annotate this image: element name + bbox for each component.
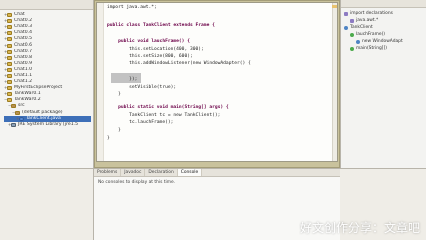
- method-icon: [350, 46, 354, 51]
- class-icon: [344, 25, 348, 30]
- project-icon: [7, 55, 12, 60]
- console-message: No consoles to display at this time.: [98, 180, 176, 185]
- tree-item-jre-library[interactable]: + JRE System Library [jre1.5: [4, 122, 91, 128]
- library-icon: [11, 122, 16, 127]
- code-line-11: });: [107, 77, 138, 82]
- code-line-6: this.setLocation(400, 300);: [107, 47, 204, 52]
- project-icon: [7, 43, 12, 48]
- code-line-7: this.setSize(800, 600);: [107, 54, 193, 59]
- code-line-17: tc.lauchFrame();: [107, 120, 174, 125]
- tab-declaration[interactable]: Declaration: [145, 169, 178, 176]
- import-icon: [344, 11, 348, 16]
- outline-item-java-awt[interactable]: java.awt.*: [344, 17, 424, 24]
- project-icon: [7, 73, 12, 78]
- code-line-15: public static void main(String[] args) {: [107, 105, 229, 110]
- project-icon: [7, 19, 12, 24]
- outline-item-main[interactable]: main(String[]): [344, 45, 424, 52]
- left-bottom-panel: [0, 168, 94, 240]
- project-icon: [7, 86, 12, 91]
- project-icon: [7, 31, 12, 36]
- package-icon: [15, 110, 20, 115]
- code-line-5: public void lauchFrame() {: [107, 39, 190, 44]
- package-tree: + Chat + Chat0.2 + Chat0.3 + Chat0.4 + Chat0.…: [0, 10, 93, 128]
- project-icon: [7, 67, 12, 72]
- code-line-19: }: [107, 136, 110, 141]
- outline-tree: import declarations java.awt.* TankClien…: [341, 8, 426, 52]
- project-icon: [7, 80, 12, 85]
- outline-item-windowadapter[interactable]: new WindowAdapt: [344, 38, 424, 45]
- java-file-icon: [19, 116, 24, 121]
- editor-gutter: [97, 3, 104, 161]
- code-editor[interactable]: import java.awt.*; public class TankClie…: [96, 2, 338, 162]
- package-explorer-header: [0, 0, 93, 10]
- outline-header: [341, 0, 426, 8]
- code-line-12: setVisible(true);: [107, 85, 177, 90]
- source-folder-icon: [11, 104, 16, 109]
- method-icon: [350, 32, 354, 37]
- tab-javadoc[interactable]: Javadoc: [121, 169, 146, 176]
- outline-item-tankclient[interactable]: TankClient: [344, 24, 424, 31]
- outline-item-lauchframe[interactable]: lauchFrame(): [344, 31, 424, 38]
- code-line-1: import java.awt.*;: [107, 5, 157, 10]
- package-explorer: + Chat + Chat0.2 + Chat0.3 + Chat0.4 + Chat0.…: [0, 0, 94, 168]
- project-icon: [7, 13, 12, 18]
- code-line-18: }: [107, 128, 121, 133]
- project-icon: [7, 37, 12, 42]
- outline-view: import declarations java.awt.* TankClien…: [340, 0, 426, 168]
- project-icon: [7, 98, 12, 103]
- project-icon: [7, 92, 12, 97]
- tab-console[interactable]: Console: [177, 169, 203, 176]
- code-line-8: this.addWindowListener(new WindowAdapter…: [107, 61, 251, 66]
- watermark: 好文创作分享：文章吧: [299, 221, 420, 235]
- bottom-tabs: Problems Javadoc Declaration Console: [94, 169, 340, 177]
- project-icon: [7, 25, 12, 30]
- anonymous-class-icon: [356, 39, 360, 44]
- code-line-13: }: [107, 92, 121, 97]
- import-icon: [350, 18, 354, 23]
- project-icon: [7, 61, 12, 66]
- code-line-16: TankClient tc = new TankClient();: [107, 113, 221, 118]
- editor-scrollbar[interactable]: [332, 3, 337, 161]
- outline-item-imports[interactable]: import declarations: [344, 10, 424, 17]
- overview-ruler-marker: [332, 5, 337, 8]
- project-icon: [7, 49, 12, 54]
- tab-problems[interactable]: Problems: [94, 169, 122, 176]
- code-line-3: public class TankClient extends Frame {: [107, 23, 215, 28]
